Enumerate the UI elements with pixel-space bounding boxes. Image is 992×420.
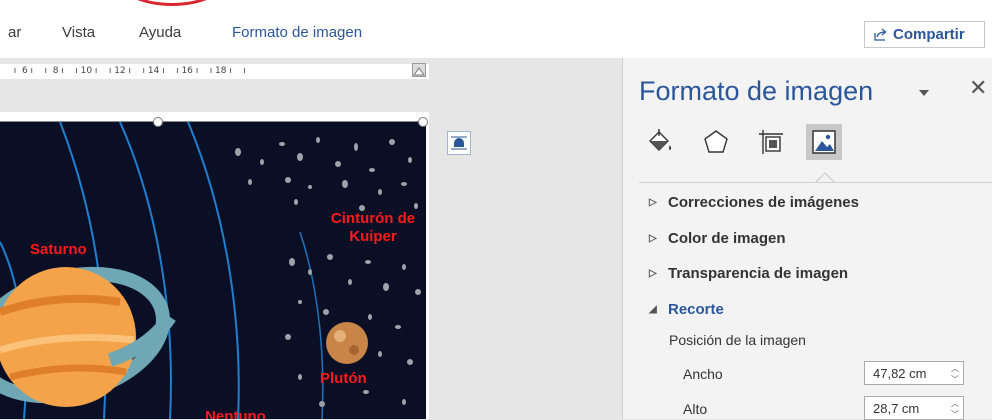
pane-options-icon[interactable] [917,88,931,98]
horizontal-ruler[interactable]: ı 6 ı ı 8 ı ı 10 ı ı 12 ı ı 14 ı ı 16 ı … [0,64,429,79]
section-label: Correcciones de imágenes [668,194,859,211]
tab-formato-de-imagen[interactable]: Formato de imagen [232,24,362,41]
section-color-de-imagen[interactable]: ▷ Color de imagen [649,230,786,247]
ruler-ticks: ı 6 ı ı 8 ı ı 10 ı ı 12 ı ı 14 ı ı 16 ı … [8,66,246,76]
section-label: Color de imagen [668,230,786,247]
label-neptuno: Neptuno [205,408,266,419]
layout-properties-icon[interactable] [753,124,789,160]
share-icon [874,28,887,41]
annotation-circle [118,0,226,6]
right-indent-marker-icon[interactable] [412,63,426,77]
width-spinner[interactable]: 47,82 cm ︿ ﹀ [864,361,964,385]
effects-icon[interactable] [698,124,734,160]
label-pluton: Plutón [320,370,367,387]
ribbon-tab-bar: ar Vista Ayuda Formato de imagen Compart… [0,0,992,59]
fill-line-icon[interactable] [641,124,677,160]
picture-position-label: Posición de la imagen [669,332,806,348]
label-saturno: Saturno [30,241,87,258]
section-correcciones-de-imagenes[interactable]: ▷ Correcciones de imágenes [649,194,859,211]
section-label: Transparencia de imagen [668,265,849,282]
share-button[interactable]: Compartir [864,21,985,48]
tab-ayuda[interactable]: Ayuda [139,24,181,41]
expanded-triangle-icon: ◢ [649,304,657,315]
pane-title: Formato de imagen [639,76,874,106]
height-label: Alto [683,401,708,417]
picture-icon[interactable] [806,124,842,160]
tab-partial[interactable]: ar [8,24,21,41]
pane-divider [639,182,992,183]
label-cinturon-de-kuiper: Cinturón de Kuiper [330,210,416,245]
spin-up-icon[interactable]: ︿ [951,363,959,374]
width-label: Ancho [683,366,723,382]
solar-system-image[interactable]: Saturno Cinturón de Kuiper Plutón Neptun… [0,122,426,419]
layout-options-icon [451,136,467,150]
collapsed-triangle-icon: ▷ [649,268,657,279]
resize-handle-top[interactable] [153,117,163,127]
height-value: 28,7 cm [873,400,920,416]
close-icon[interactable]: ✕ [969,77,987,99]
spin-up-icon[interactable]: ︿ [951,398,959,409]
spin-down-icon[interactable]: ﹀ [951,409,959,420]
width-value: 47,82 cm [873,365,927,381]
share-label: Compartir [893,26,965,43]
section-transparencia-de-imagen[interactable]: ▷ Transparencia de imagen [649,265,848,282]
resize-handle-top-right[interactable] [418,117,428,127]
section-label: Recorte [668,301,724,318]
section-recorte[interactable]: ◢ Recorte [649,301,724,318]
layout-options-button[interactable] [447,131,471,155]
height-spinner[interactable]: 28,7 cm ︿ ﹀ [864,396,964,420]
collapsed-triangle-icon: ▷ [649,197,657,208]
tab-vista[interactable]: Vista [62,24,95,41]
spin-down-icon[interactable]: ﹀ [951,374,959,385]
format-picture-pane: Formato de imagen ✕ ▷ Correcciones de im… [622,58,992,420]
collapsed-triangle-icon: ▷ [649,233,657,244]
